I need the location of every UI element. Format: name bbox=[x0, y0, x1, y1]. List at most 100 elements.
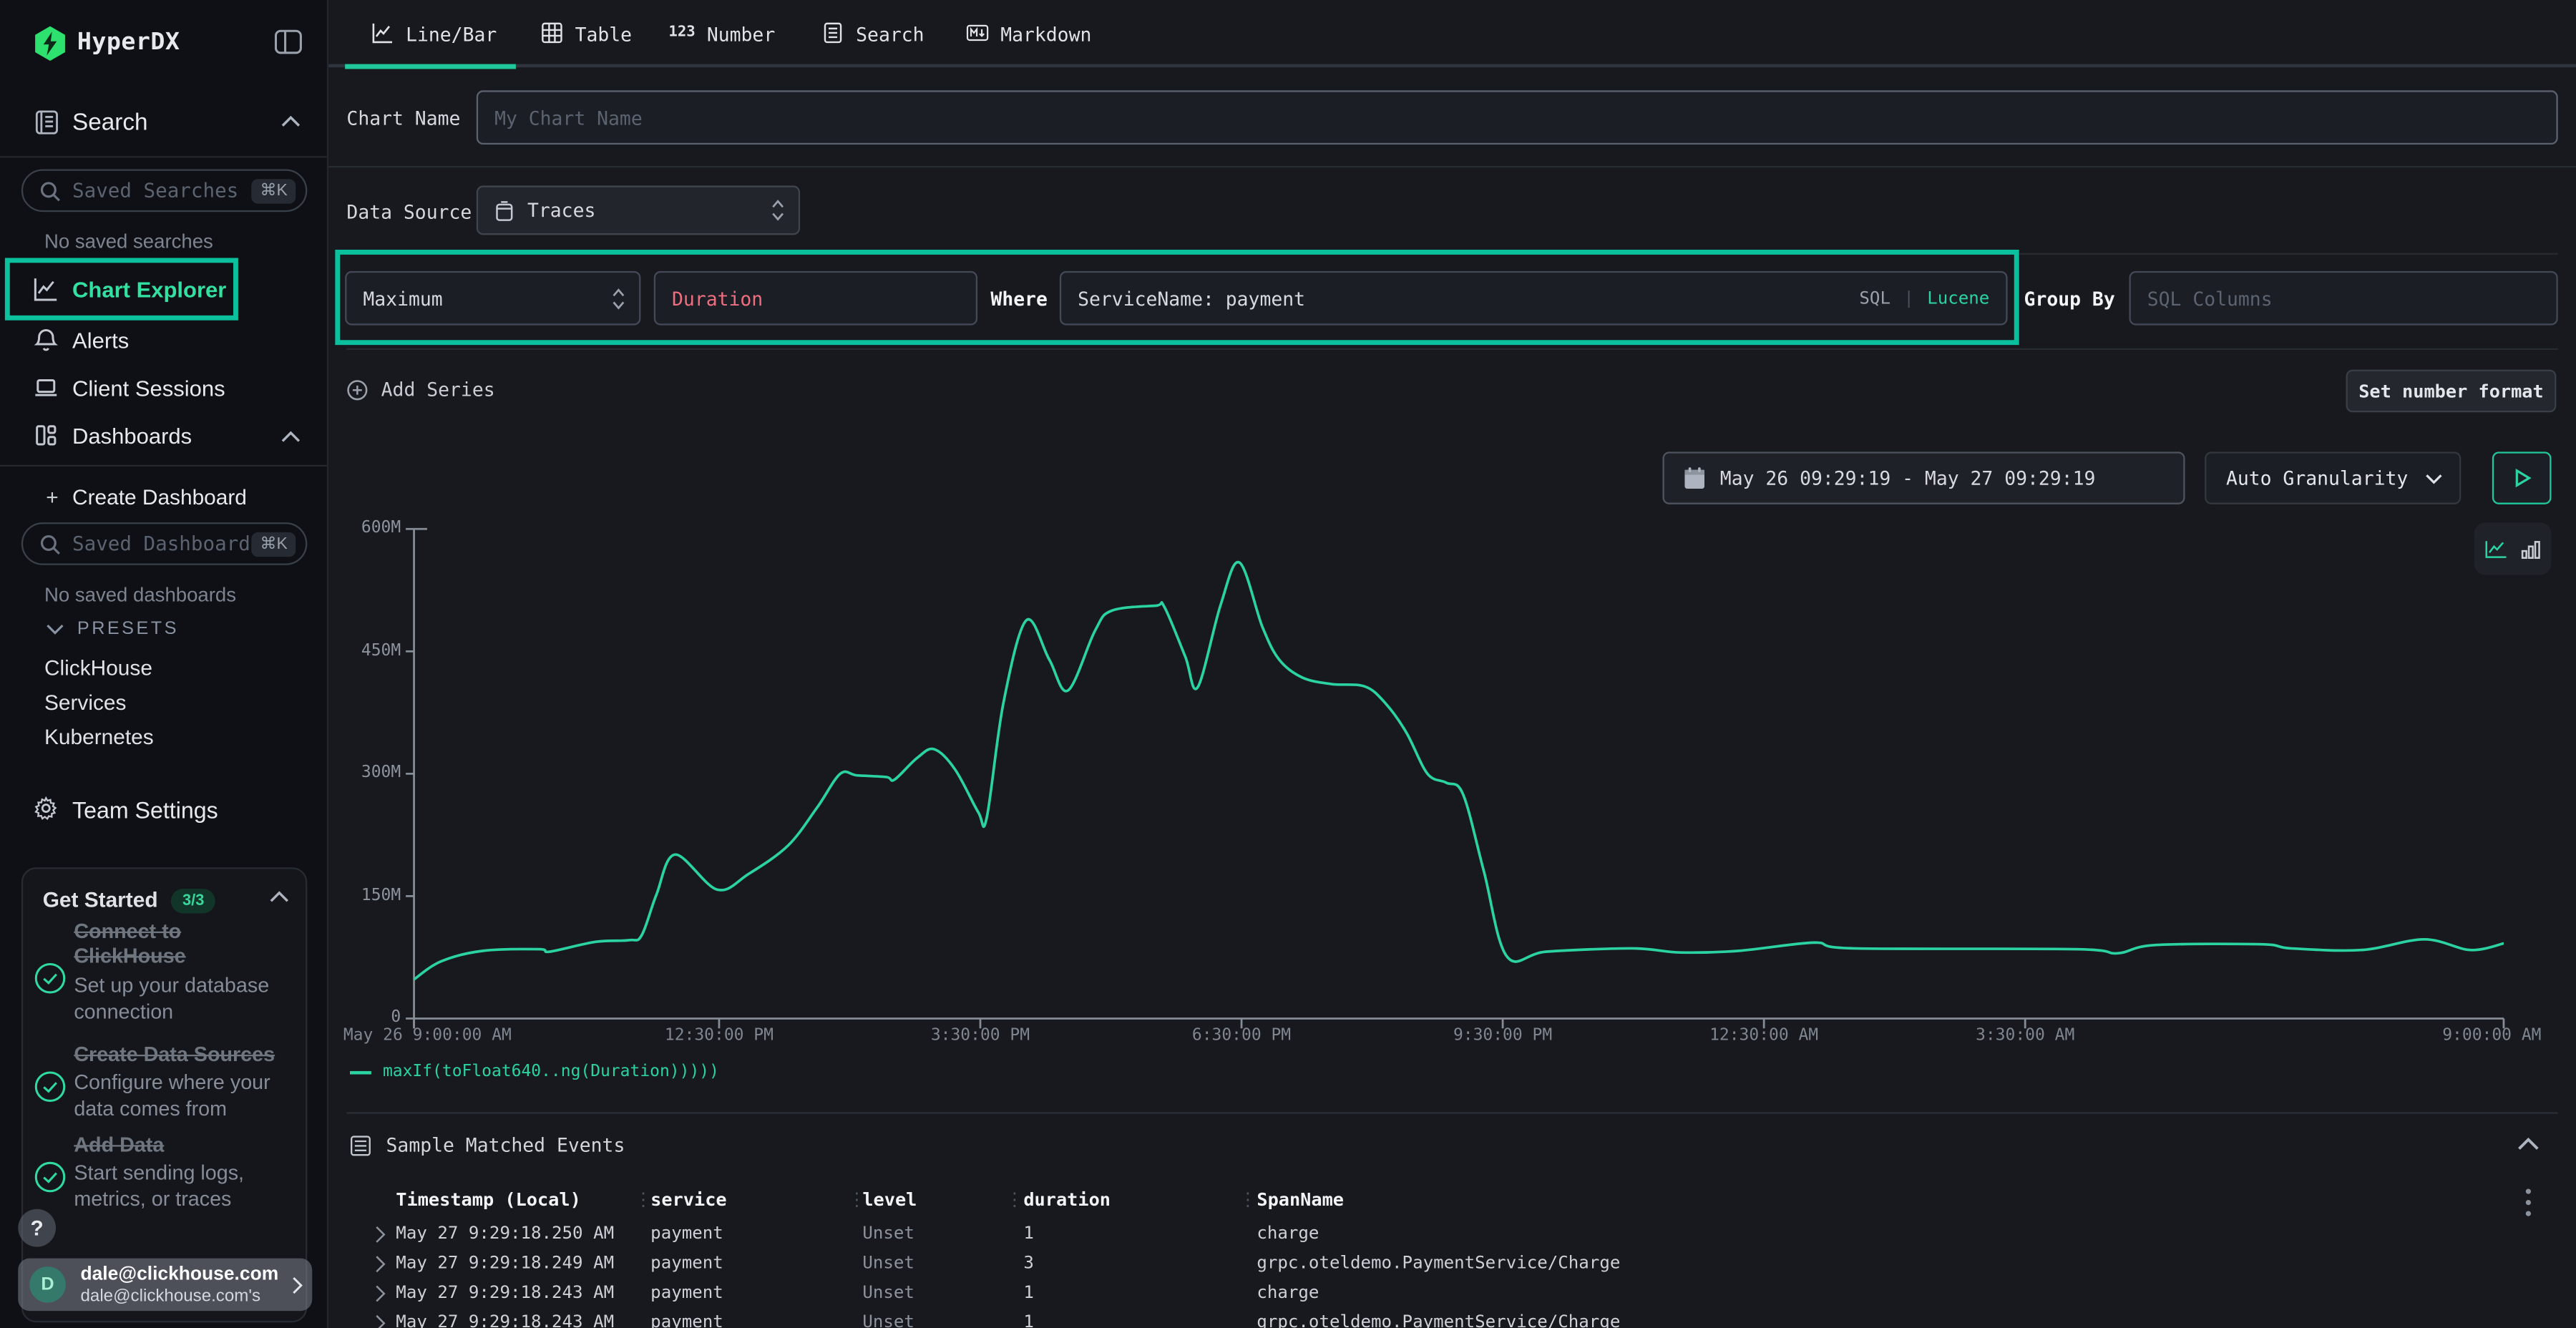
cell-level: Unset bbox=[862, 1224, 914, 1244]
tab-label: Markdown bbox=[1000, 23, 1091, 46]
chevron-up-icon bbox=[281, 115, 301, 128]
set-number-format-button[interactable]: Set number format bbox=[2346, 370, 2557, 413]
chart-name-input[interactable]: My Chart Name bbox=[477, 90, 2558, 145]
run-query-button[interactable] bbox=[2492, 451, 2552, 504]
bar-chart-icon bbox=[2520, 538, 2542, 560]
chevron-up-icon[interactable] bbox=[270, 890, 290, 903]
tab-table[interactable]: Table bbox=[540, 23, 632, 67]
col-header-timestamp[interactable]: Timestamp (Local) bbox=[396, 1189, 581, 1211]
table-menu-icon[interactable] bbox=[2520, 1188, 2537, 1217]
row-expand-icon[interactable] bbox=[373, 1314, 388, 1328]
sidebar-section-search[interactable]: Search bbox=[0, 102, 327, 147]
tab-label: Table bbox=[575, 23, 632, 46]
saved-dashboards-input[interactable]: Saved Dashboards ⌘K bbox=[21, 522, 307, 565]
get-started-item-subtitle: Configure where your data comes from bbox=[74, 1070, 274, 1122]
cell-duration: 3 bbox=[1023, 1254, 1034, 1274]
app-root: HyperDX Search Saved Searches ⌘K No save… bbox=[0, 0, 2576, 1328]
saved-searches-input[interactable]: Saved Searches ⌘K bbox=[21, 169, 307, 212]
granularity-value: Auto Granularity bbox=[2226, 467, 2408, 489]
aggregation-select[interactable]: Maximum bbox=[345, 271, 640, 326]
data-source-select[interactable]: Traces bbox=[477, 185, 800, 235]
row-expand-icon[interactable] bbox=[373, 1226, 388, 1244]
legend-label: maxIf(toFloat640..ng(Duration))))) bbox=[383, 1063, 719, 1080]
col-header-spanname[interactable]: SpanName bbox=[1257, 1189, 1344, 1211]
cell-level: Unset bbox=[862, 1254, 914, 1274]
field-input[interactable]: Duration bbox=[654, 271, 977, 326]
column-resize-handle[interactable]: ⋮ bbox=[848, 1189, 866, 1211]
preset-services[interactable]: Services bbox=[44, 690, 126, 714]
bar-display-button[interactable] bbox=[2520, 538, 2542, 560]
sidebar-item-dashboards[interactable]: Dashboards bbox=[0, 417, 327, 456]
tab-label: Number bbox=[707, 23, 775, 46]
mode-separator: | bbox=[1903, 288, 1914, 308]
events-panel-header[interactable]: Sample Matched Events bbox=[350, 1133, 625, 1156]
col-header-duration[interactable]: duration bbox=[1023, 1189, 1111, 1211]
saved-dashboards-placeholder: Saved Dashboards bbox=[72, 532, 252, 555]
aggregation-value: Maximum bbox=[363, 287, 442, 310]
get-started-title: Get Started bbox=[43, 887, 158, 912]
no-saved-dashboards-text: No saved dashboards bbox=[44, 583, 236, 606]
tab-line-bar[interactable]: Line/Bar bbox=[371, 23, 497, 67]
data-source-value: Traces bbox=[527, 199, 595, 222]
number-123-icon: 123 bbox=[668, 24, 695, 41]
tab-search[interactable]: Search bbox=[821, 23, 924, 67]
column-resize-handle[interactable]: ⋮ bbox=[1239, 1189, 1257, 1211]
help-button[interactable]: ? bbox=[18, 1209, 56, 1247]
y-tick-label: 450M bbox=[335, 642, 401, 660]
preset-clickhouse[interactable]: ClickHouse bbox=[44, 655, 152, 680]
user-menu[interactable]: D dale@clickhouse.com dale@clickhouse.co… bbox=[18, 1259, 312, 1311]
sidebar-item-client-sessions[interactable]: Client Sessions bbox=[0, 370, 327, 409]
circle-plus-icon bbox=[346, 379, 368, 400]
chevron-up-icon[interactable] bbox=[2517, 1137, 2540, 1152]
row-expand-icon[interactable] bbox=[373, 1284, 388, 1302]
cell-timestamp: May 27 9:29:18.243 AM bbox=[396, 1312, 614, 1328]
cell-timestamp: May 27 9:29:18.243 AM bbox=[396, 1283, 614, 1303]
x-tick-label: 9:00:00 AM bbox=[2442, 1027, 2541, 1045]
logo-row: HyperDX bbox=[0, 20, 327, 72]
col-header-level[interactable]: level bbox=[862, 1189, 917, 1211]
add-series-label: Add Series bbox=[381, 378, 495, 401]
sidebar-item-create-dashboard[interactable]: + Create Dashboard bbox=[0, 478, 327, 517]
chevron-right-icon bbox=[291, 1276, 303, 1294]
presets-header[interactable]: PRESETS bbox=[46, 620, 179, 640]
cell-service: payment bbox=[650, 1312, 723, 1328]
presets-label: PRESETS bbox=[77, 620, 179, 640]
tab-markdown[interactable]: Markdown bbox=[966, 23, 1091, 67]
sidebar-item-alerts[interactable]: Alerts bbox=[0, 322, 327, 361]
gear-icon bbox=[33, 795, 59, 821]
check-circle-icon bbox=[33, 1070, 67, 1104]
where-input[interactable]: ServiceName: payment SQL | Lucene bbox=[1060, 271, 2008, 326]
granularity-select[interactable]: Auto Granularity bbox=[2205, 451, 2461, 504]
sidebar-search-label: Search bbox=[72, 110, 148, 137]
cell-duration: 1 bbox=[1023, 1283, 1034, 1303]
cell-spanname: grpc.oteldemo.PaymentService/Charge bbox=[1257, 1312, 1620, 1328]
sidebar-collapse-icon[interactable] bbox=[273, 26, 304, 58]
list-panel-icon bbox=[350, 1134, 371, 1156]
group-by-input[interactable]: SQL Columns bbox=[2129, 271, 2557, 326]
sql-mode-toggle[interactable]: SQL bbox=[1859, 288, 1890, 308]
date-range-input[interactable]: May 26 09:29:19 - May 27 09:29:19 bbox=[1662, 451, 2185, 504]
chevron-down-icon bbox=[2425, 472, 2443, 484]
lucene-mode-toggle[interactable]: Lucene bbox=[1927, 288, 1989, 308]
preset-kubernetes[interactable]: Kubernetes bbox=[44, 724, 154, 748]
x-tick-label: 3:30:00 PM bbox=[931, 1027, 1030, 1045]
get-started-item-title[interactable]: Create Data Sources bbox=[74, 1043, 320, 1068]
sidebar-item-team-settings[interactable]: Team Settings bbox=[0, 790, 327, 829]
main-divider bbox=[328, 166, 2576, 167]
sidebar: HyperDX Search Saved Searches ⌘K No save… bbox=[0, 0, 328, 1328]
cell-service: payment bbox=[650, 1254, 723, 1274]
tab-number[interactable]: 123 Number bbox=[668, 23, 775, 67]
sidebar-divider bbox=[0, 156, 327, 157]
field-value: Duration bbox=[672, 287, 763, 310]
plot-region[interactable] bbox=[414, 529, 2504, 1018]
get-started-item-title[interactable]: Connect to ClickHouse bbox=[74, 920, 268, 970]
column-resize-handle[interactable]: ⋮ bbox=[634, 1189, 652, 1211]
team-settings-label: Team Settings bbox=[72, 797, 218, 824]
cell-service: payment bbox=[650, 1283, 723, 1303]
row-expand-icon[interactable] bbox=[373, 1255, 388, 1273]
get-started-item-title[interactable]: Add Data bbox=[74, 1133, 268, 1158]
add-series-button[interactable]: Add Series bbox=[346, 378, 494, 401]
col-header-service[interactable]: service bbox=[650, 1189, 726, 1211]
sidebar-item-chart-explorer[interactable]: Chart Explorer bbox=[0, 271, 327, 311]
column-resize-handle[interactable]: ⋮ bbox=[1005, 1189, 1023, 1211]
